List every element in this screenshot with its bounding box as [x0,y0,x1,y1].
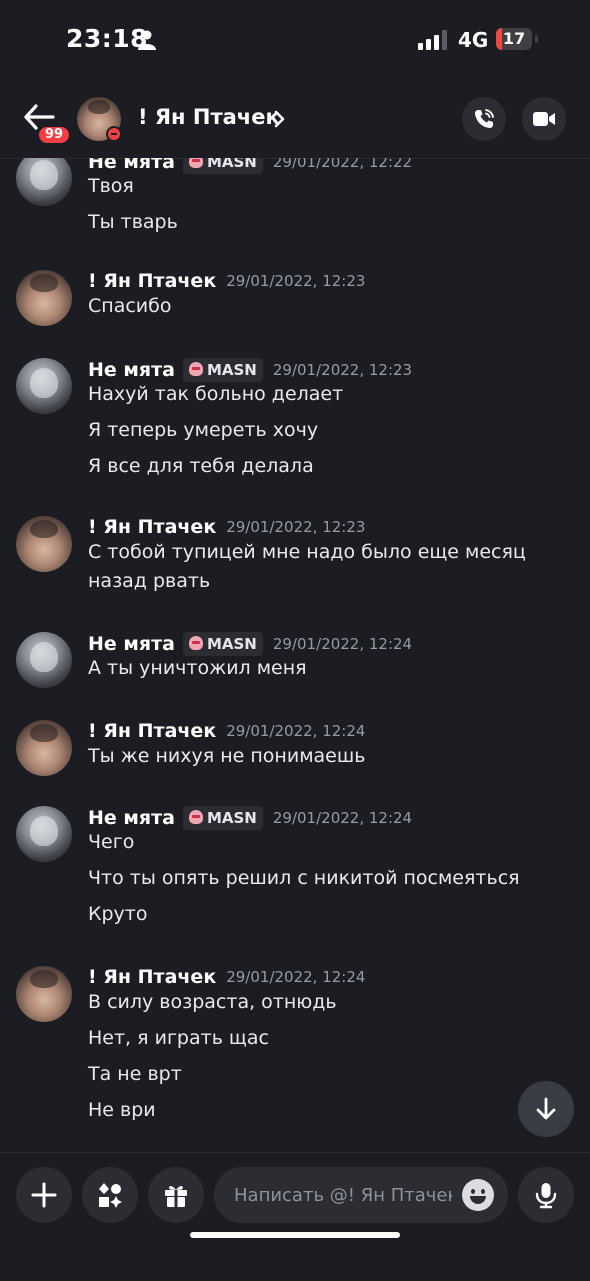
server-tag-label: MASN [206,158,257,171]
message-text[interactable]: В силу возраста, отнюдь [88,988,578,1017]
person-icon [138,30,156,50]
avatar[interactable] [16,270,72,326]
author-name[interactable]: Не мята [88,158,175,173]
author-name[interactable]: ! Ян Птачек [88,270,216,292]
call-button[interactable] [462,97,506,141]
server-tag-label: MASN [206,361,257,379]
add-attachment-button[interactable] [16,1167,72,1223]
header-title[interactable]: ! Ян Птачек [138,105,280,129]
avatar-detail [30,642,58,672]
message-text[interactable]: А ты уничтожил меня [88,654,578,683]
avatar-detail [30,274,58,292]
message-text[interactable]: Ты тварь [88,208,578,237]
message-text[interactable]: Нет, я играть щас [88,1024,578,1053]
message-text[interactable]: Я все для тебя делала [88,452,578,481]
message-text[interactable]: Чего [88,828,578,857]
author-name[interactable]: ! Ян Птачек [88,966,216,988]
timestamp: 29/01/2022, 12:24 [226,968,366,986]
author-name[interactable]: ! Ян Птачек [88,720,216,742]
avatar[interactable] [16,632,72,688]
arrow-down-icon [536,1097,556,1120]
server-tag[interactable]: MASN [182,806,263,830]
avatar-detail [30,970,58,988]
timestamp: 29/01/2022, 12:24 [272,809,413,827]
avatar[interactable] [16,806,72,862]
message-text[interactable]: Нахуй так больно делает [88,380,578,409]
timestamp: 29/01/2022, 12:24 [226,722,366,740]
emoji-icon[interactable] [462,1179,494,1211]
message-text[interactable]: Не ври [88,1096,578,1125]
battery-nub [535,35,538,43]
chevron-right-icon[interactable] [272,109,286,129]
timestamp: 29/01/2022, 12:23 [226,272,366,290]
apps-icon [99,1183,122,1208]
author-name[interactable]: Не мята [88,359,175,381]
skull-icon [188,636,203,650]
avatar-detail [30,520,58,538]
skull-icon [188,362,203,376]
skull-icon [188,158,203,168]
scroll-to-bottom-button[interactable] [518,1081,574,1137]
battery-icon: 17 [496,28,532,50]
gift-icon [165,1186,187,1207]
battery-level: 17 [502,29,526,48]
timestamp: 29/01/2022, 12:24 [272,635,413,653]
timestamp: 29/01/2022, 12:23 [226,518,366,536]
avatar-detail [88,100,110,114]
skull-icon [188,810,203,824]
server-tag-label: MASN [206,635,257,653]
phone-call-icon [475,109,494,128]
dnd-status-icon [106,126,122,142]
author-name[interactable]: Не мята [88,633,175,655]
server-tag-label: MASN [206,809,257,827]
message-text[interactable]: С тобой тупицей мне надо было еще месяц … [88,538,578,596]
avatar[interactable] [16,516,72,572]
timestamp: 29/01/2022, 12:22 [272,158,413,171]
apps-button[interactable] [82,1167,138,1223]
author-name[interactable]: ! Ян Птачек [88,516,216,538]
message-text[interactable]: Спасибо [88,292,578,321]
avatar-detail [30,724,58,742]
status-bar: 23:18 4G 17 [0,0,590,80]
avatar[interactable] [16,966,72,1022]
plus-icon [31,1182,57,1208]
network-type: 4G [458,28,489,52]
avatar-detail [30,368,58,398]
message-text[interactable]: Та не врт [88,1060,578,1089]
avatar[interactable] [16,158,72,206]
chat-header: 99 ! Ян Птачек [0,80,590,159]
cellular-signal-icon [418,30,447,50]
server-tag[interactable]: MASN [182,358,263,382]
message-text[interactable]: Твоя [88,172,578,201]
home-indicator [190,1232,400,1238]
status-time: 23:18 [66,24,149,53]
avatar-detail [30,816,58,846]
message-text[interactable]: Ты же нихуя не понимаешь [88,742,578,771]
voice-message-button[interactable] [518,1167,574,1223]
video-camera-icon [533,112,555,126]
unread-badge: 99 [36,124,72,146]
composer-bar [0,1152,590,1281]
server-tag[interactable]: MASN [182,632,263,656]
message-text[interactable]: Круто [88,900,578,929]
author-name[interactable]: Не мята [88,807,175,829]
message-list[interactable]: Не мята MASN 29/01/2022, 12:22 Твоя Ты тварь… [0,158,590,1152]
avatar-detail [30,160,58,190]
timestamp: 29/01/2022, 12:23 [272,361,413,379]
microphone-icon [535,1183,557,1209]
avatar[interactable] [16,358,72,414]
message-text[interactable]: Я теперь умереть хочу [88,416,578,445]
gift-button[interactable] [148,1167,204,1223]
message-text[interactable]: Что ты опять решил с никитой посмеяться [88,864,578,893]
video-call-button[interactable] [522,97,566,141]
avatar[interactable] [16,720,72,776]
